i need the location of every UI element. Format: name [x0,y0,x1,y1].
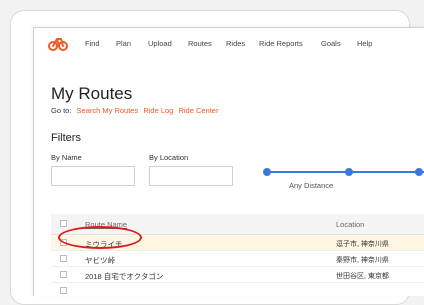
select-all-checkbox[interactable] [60,220,67,227]
goto-row: Go to: Search My Routes Ride Log Ride Ce… [51,106,218,115]
nav-rides[interactable]: Rides [226,39,245,48]
ride-center-link[interactable]: Ride Center [178,106,218,115]
cyclist-logo-icon[interactable] [48,35,68,51]
nav-routes[interactable]: Routes [188,39,212,48]
distance-slider-max-handle[interactable] [345,168,353,176]
location-cell: 逗子市, 神奈川県 [336,241,389,248]
distance-slider-handle[interactable] [415,168,423,176]
goto-label: Go to: [51,106,72,115]
name-filter-input[interactable] [51,166,135,186]
row-checkbox[interactable] [60,287,67,294]
route-name-cell[interactable]: 2018 自宅でオクタゴン [85,271,163,282]
nav-find[interactable]: Find [85,39,100,48]
search-my-routes-link[interactable]: Search My Routes [77,106,139,115]
table-row[interactable] [51,283,424,296]
row-checkbox[interactable] [60,255,67,262]
route-name-header[interactable]: Route Name [85,220,127,229]
location-cell: 秦野市, 神奈川県 [336,257,389,264]
by-name-label: By Name [51,153,82,162]
row-checkbox[interactable] [60,239,67,246]
distance-value-label: Any Distance [289,181,334,190]
ride-log-link[interactable]: Ride Log [143,106,173,115]
table-row[interactable]: 2018 自宅でオクタゴン 世田谷区, 東京都 [51,267,424,283]
route-name-cell[interactable]: ミウライチ [85,239,123,250]
distance-slider-min-handle[interactable] [263,168,271,176]
location-cell: 世田谷区, 東京都 [336,273,389,280]
table-row[interactable]: ヤビツ峠 秦野市, 神奈川県 [51,251,424,267]
table-row[interactable]: ミウライチ 逗子市, 神奈川県 [51,235,424,251]
browser-frame: Find Plan Upload Routes Rides Ride Repor… [33,27,424,296]
row-checkbox[interactable] [60,271,67,278]
nav-plan[interactable]: Plan [116,39,131,48]
nav-upload[interactable]: Upload [148,39,172,48]
nav-goals[interactable]: Goals [321,39,341,48]
page-title: My Routes [51,84,133,103]
table-header: Route Name Location [51,214,424,235]
by-location-label: By Location [149,153,189,162]
location-header[interactable]: Location [336,220,364,229]
nav-ride-reports[interactable]: Ride Reports [259,39,303,48]
top-nav: Find Plan Upload Routes Rides Ride Repor… [34,28,424,60]
route-name-cell[interactable]: ヤビツ峠 [85,255,115,266]
nav-help[interactable]: Help [357,39,372,48]
filters-title: Filters [51,132,81,144]
location-filter-input[interactable] [149,166,233,186]
